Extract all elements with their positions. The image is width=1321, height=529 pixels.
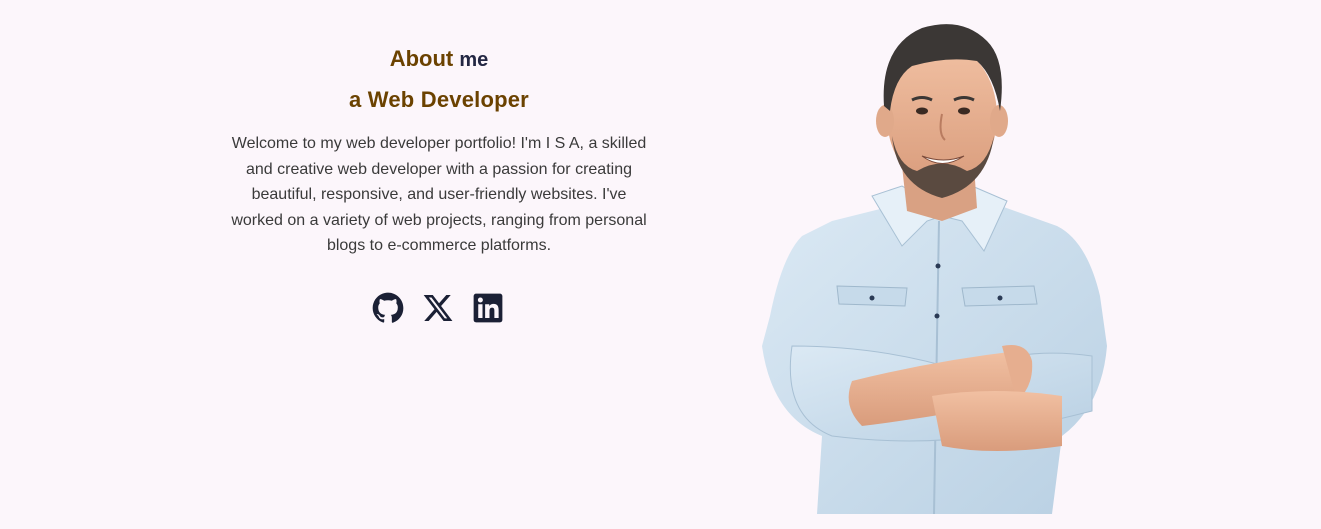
about-section: About me a Web Developer Welcome to my w… — [0, 0, 1321, 529]
github-icon — [372, 292, 404, 323]
x-twitter-link[interactable] — [422, 292, 454, 324]
about-heading-rest: me — [459, 49, 489, 71]
about-description: Welcome to my web developer portfolio! I… — [231, 135, 647, 254]
github-link[interactable] — [372, 292, 404, 324]
about-subheading: a Web Developer — [349, 87, 529, 112]
linkedin-icon — [473, 293, 503, 323]
about-heading: About me — [228, 42, 650, 77]
about-text-block: About me a Web Developer Welcome to my w… — [228, 42, 650, 259]
about-heading-accent: About — [389, 46, 454, 71]
x-twitter-icon — [423, 295, 453, 321]
developer-portrait — [762, 24, 1107, 514]
linkedin-link[interactable] — [472, 292, 504, 324]
social-links — [372, 292, 504, 324]
